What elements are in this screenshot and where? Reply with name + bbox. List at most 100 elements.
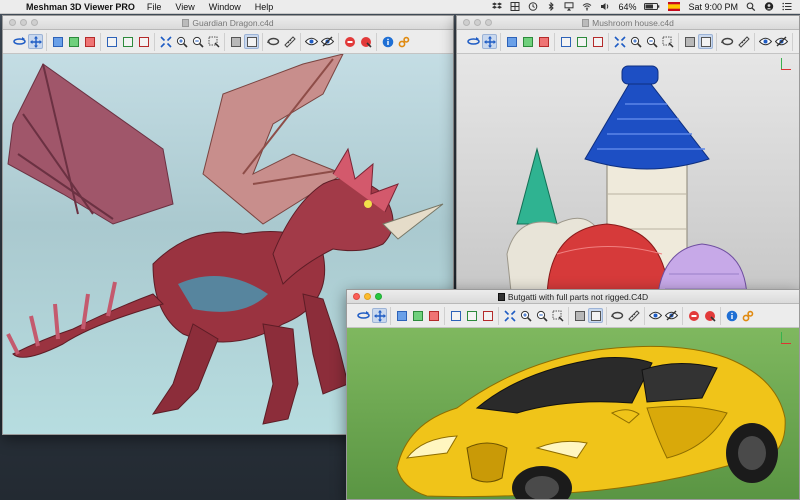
fit-all-icon[interactable] — [612, 34, 627, 49]
car-model — [396, 345, 786, 499]
wireframe-icon[interactable] — [698, 34, 713, 49]
minimize-button[interactable] — [20, 19, 27, 26]
pan-icon[interactable] — [482, 34, 497, 49]
zoom-region-icon[interactable] — [660, 34, 675, 49]
settings-icon[interactable] — [396, 34, 411, 49]
zoom-button[interactable] — [485, 19, 492, 26]
zoom-button[interactable] — [375, 293, 382, 300]
title-bar[interactable]: Guardian Dragon.c4d — [3, 16, 453, 30]
zoom-region-icon[interactable] — [550, 308, 565, 323]
snapshot-icon[interactable] — [358, 34, 373, 49]
menu-file[interactable]: File — [147, 2, 162, 12]
window-mushroom-house: Mushroom house.c4d — [456, 15, 800, 300]
zoom-out-icon[interactable] — [190, 34, 205, 49]
zoom-out-icon[interactable] — [534, 308, 549, 323]
close-button[interactable] — [353, 293, 360, 300]
hide-icon[interactable] — [320, 34, 335, 49]
orbit-icon[interactable] — [466, 34, 481, 49]
minimize-button[interactable] — [474, 19, 481, 26]
airplay-icon[interactable] — [564, 2, 574, 11]
orbit-icon[interactable] — [12, 34, 27, 49]
side-view-icon[interactable] — [536, 34, 551, 49]
zoom-in-icon[interactable] — [174, 34, 189, 49]
spotlight-search-icon[interactable] — [746, 2, 756, 11]
window-bugatti: Butgatti with full parts not rigged.C4D — [346, 289, 800, 500]
record-icon[interactable] — [342, 34, 357, 49]
fit-all-icon[interactable] — [158, 34, 173, 49]
time-machine-icon[interactable] — [528, 2, 538, 11]
flag-spain-icon[interactable] — [668, 2, 681, 11]
close-button[interactable] — [9, 19, 16, 26]
close-button[interactable] — [463, 19, 470, 26]
hide-icon[interactable] — [664, 308, 679, 323]
view-cube-2-icon[interactable] — [574, 34, 589, 49]
battery-percent: 64% — [618, 1, 637, 12]
rotate-icon[interactable] — [720, 34, 735, 49]
app-menu[interactable]: Meshman 3D Viewer PRO — [26, 2, 135, 12]
volume-icon[interactable] — [600, 2, 610, 11]
view-cube-1-icon[interactable] — [558, 34, 573, 49]
front-view-icon[interactable] — [50, 34, 65, 49]
title-bar[interactable]: Butgatti with full parts not rigged.C4D — [347, 290, 799, 304]
shaded-icon[interactable] — [228, 34, 243, 49]
visible-icon[interactable] — [304, 34, 319, 49]
zoom-in-icon[interactable] — [628, 34, 643, 49]
3d-viewport[interactable] — [347, 328, 799, 499]
measure-icon[interactable] — [626, 308, 641, 323]
visible-icon[interactable] — [648, 308, 663, 323]
clock[interactable]: Sat 9:00 PM — [688, 2, 738, 12]
menu-window[interactable]: Window — [209, 2, 241, 12]
window-title: Mushroom house.c4d — [592, 17, 674, 28]
record-icon[interactable] — [686, 308, 701, 323]
bluetooth-icon[interactable] — [546, 2, 556, 11]
info-icon[interactable] — [380, 34, 395, 49]
3d-viewport[interactable] — [457, 54, 799, 299]
user-icon[interactable] — [764, 2, 774, 11]
menu-view[interactable]: View — [175, 2, 194, 12]
title-bar[interactable]: Mushroom house.c4d — [457, 16, 799, 30]
top-view-icon[interactable] — [410, 308, 425, 323]
grid-icon[interactable] — [510, 2, 520, 11]
measure-icon[interactable] — [736, 34, 751, 49]
hide-icon[interactable] — [774, 34, 789, 49]
top-view-icon[interactable] — [66, 34, 81, 49]
view-cube-1-icon[interactable] — [448, 308, 463, 323]
zoom-region-icon[interactable] — [206, 34, 221, 49]
view-cube-1-icon[interactable] — [104, 34, 119, 49]
rotate-icon[interactable] — [610, 308, 625, 323]
view-cube-3-icon[interactable] — [480, 308, 495, 323]
wireframe-icon[interactable] — [588, 308, 603, 323]
measure-icon[interactable] — [282, 34, 297, 49]
rotate-icon[interactable] — [266, 34, 281, 49]
snapshot-icon[interactable] — [702, 308, 717, 323]
side-view-icon[interactable] — [426, 308, 441, 323]
front-view-icon[interactable] — [394, 308, 409, 323]
side-view-icon[interactable] — [82, 34, 97, 49]
notification-center-icon[interactable] — [782, 2, 792, 11]
visible-icon[interactable] — [758, 34, 773, 49]
info-icon[interactable] — [724, 308, 739, 323]
record-icon[interactable] — [796, 34, 799, 49]
wifi-icon[interactable] — [582, 2, 592, 11]
pan-icon[interactable] — [28, 34, 43, 49]
top-view-icon[interactable] — [520, 34, 535, 49]
fit-all-icon[interactable] — [502, 308, 517, 323]
shaded-icon[interactable] — [682, 34, 697, 49]
view-cube-2-icon[interactable] — [464, 308, 479, 323]
view-cube-2-icon[interactable] — [120, 34, 135, 49]
orbit-icon[interactable] — [356, 308, 371, 323]
view-cube-3-icon[interactable] — [136, 34, 151, 49]
view-cube-3-icon[interactable] — [590, 34, 605, 49]
menu-help[interactable]: Help — [255, 2, 274, 12]
battery-icon[interactable] — [644, 2, 660, 11]
wireframe-icon[interactable] — [244, 34, 259, 49]
dropbox-icon[interactable] — [492, 2, 503, 11]
shaded-icon[interactable] — [572, 308, 587, 323]
front-view-icon[interactable] — [504, 34, 519, 49]
zoom-button[interactable] — [31, 19, 38, 26]
settings-icon[interactable] — [740, 308, 755, 323]
zoom-out-icon[interactable] — [644, 34, 659, 49]
pan-icon[interactable] — [372, 308, 387, 323]
minimize-button[interactable] — [364, 293, 371, 300]
zoom-in-icon[interactable] — [518, 308, 533, 323]
